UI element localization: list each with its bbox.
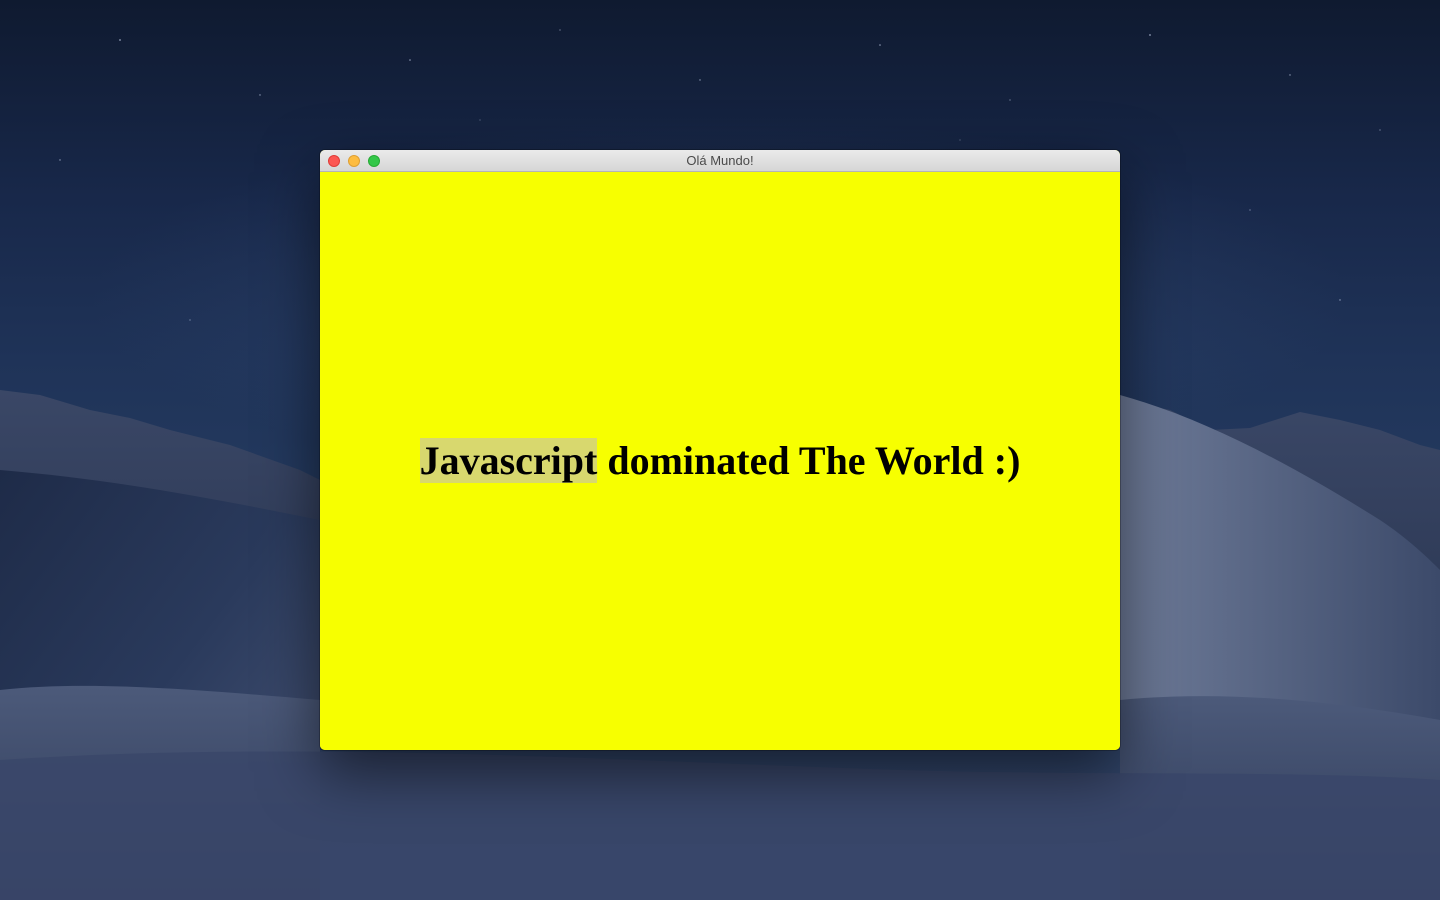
selected-text[interactable]: Javascript — [419, 438, 598, 483]
app-window: Olá Mundo! Javascript dominated The Worl… — [320, 150, 1120, 750]
headline: Javascript dominated The World :) — [320, 437, 1120, 485]
window-title: Olá Mundo! — [686, 153, 754, 168]
headline-text: dominated The World :) — [597, 438, 1021, 483]
window-content: Javascript dominated The World :) — [320, 172, 1120, 750]
window-titlebar[interactable]: Olá Mundo! — [320, 150, 1120, 172]
desktop: Olá Mundo! Javascript dominated The Worl… — [0, 0, 1440, 900]
